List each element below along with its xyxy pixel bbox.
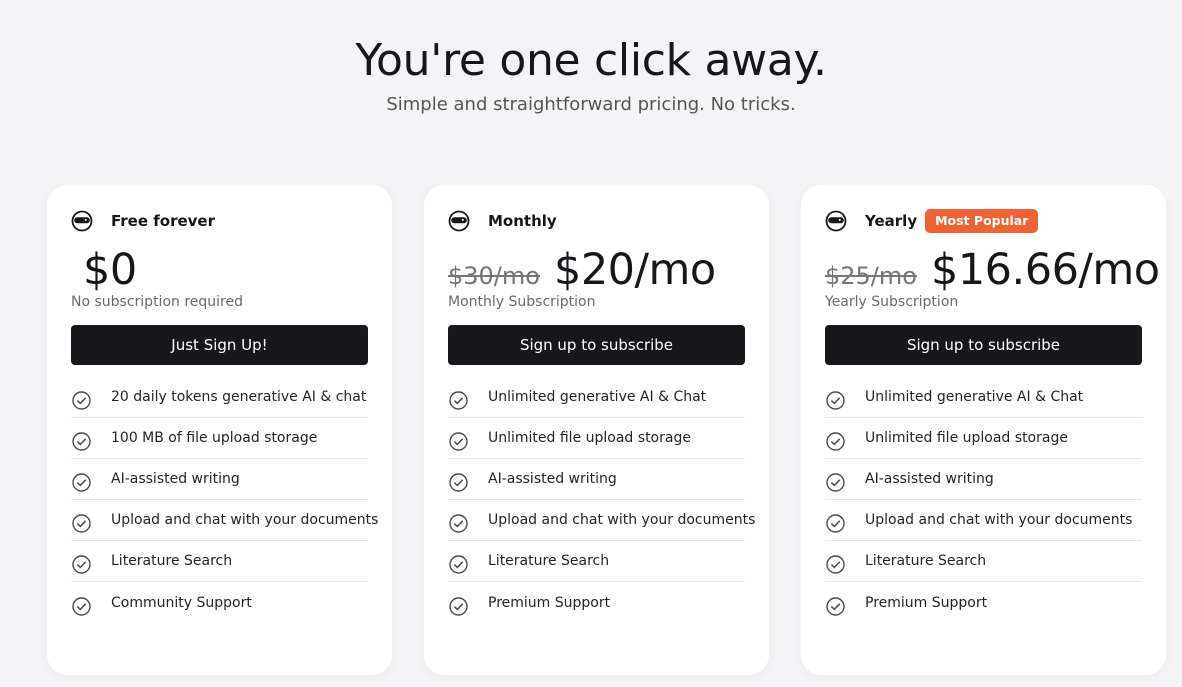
feature-item: Unlimited file upload storage xyxy=(448,418,745,459)
feature-label: Upload and chat with your documents xyxy=(488,512,756,528)
feature-item: Upload and chat with your documents xyxy=(825,500,1142,541)
feature-item: Literature Search xyxy=(71,541,368,582)
helmet-icon xyxy=(71,210,93,232)
plan-header: Yearly Most Popular xyxy=(825,209,1142,233)
page-title: You're one click away. xyxy=(355,35,827,86)
feature-list: 20 daily tokens generative AI & chat 100… xyxy=(71,377,378,623)
feature-label: Premium Support xyxy=(488,594,611,611)
feature-item: Community Support xyxy=(71,582,368,623)
feature-label: Premium Support xyxy=(865,594,988,611)
feature-item: Unlimited generative AI & Chat xyxy=(448,377,745,418)
pricing-card-yearly: Yearly Most Popular $25/mo $16.66/mo Yea… xyxy=(801,185,1166,675)
check-circle-icon xyxy=(72,555,91,574)
check-circle-icon xyxy=(72,514,91,533)
check-circle-icon xyxy=(449,596,468,616)
most-popular-badge: Most Popular xyxy=(925,209,1039,233)
feature-label: AI-assisted writing xyxy=(488,471,617,487)
subscribe-button[interactable]: Sign up to subscribe xyxy=(825,325,1142,365)
price: $16.66/mo xyxy=(930,245,1160,295)
feature-label: Community Support xyxy=(111,594,252,611)
plan-header: Free forever xyxy=(71,210,368,232)
check-circle-icon xyxy=(826,555,845,574)
feature-label: Literature Search xyxy=(488,553,610,569)
feature-item: AI-assisted writing xyxy=(825,459,1142,500)
feature-list: Unlimited generative AI & Chat Unlimited… xyxy=(825,377,1142,623)
plan-name: Free forever xyxy=(111,212,216,230)
check-circle-icon xyxy=(72,596,91,616)
feature-item: Unlimited generative AI & Chat xyxy=(825,377,1142,418)
plan-caption: No subscription required xyxy=(71,294,243,310)
helmet-icon xyxy=(825,210,847,232)
plan-name: Monthly xyxy=(488,212,557,230)
check-circle-icon xyxy=(826,596,845,616)
feature-label: AI-assisted writing xyxy=(111,471,240,487)
check-circle-icon xyxy=(449,514,468,533)
check-circle-icon xyxy=(72,432,91,451)
feature-label: Unlimited file upload storage xyxy=(488,430,691,446)
feature-item: AI-assisted writing xyxy=(448,459,745,500)
check-circle-icon xyxy=(449,555,468,574)
feature-label: AI-assisted writing xyxy=(865,471,994,487)
feature-label: Unlimited generative AI & Chat xyxy=(488,389,707,405)
plan-name: Yearly xyxy=(865,212,918,230)
feature-label: Literature Search xyxy=(865,553,987,569)
check-circle-icon xyxy=(72,391,91,410)
feature-list: Unlimited generative AI & Chat Unlimited… xyxy=(448,377,755,623)
check-circle-icon xyxy=(826,432,845,451)
check-circle-icon xyxy=(449,473,468,492)
feature-label: 100 MB of file upload storage xyxy=(111,430,318,446)
plan-header: Monthly xyxy=(448,210,745,232)
feature-label: Upload and chat with your documents xyxy=(865,512,1133,528)
feature-item: Unlimited file upload storage xyxy=(825,418,1142,459)
check-circle-icon xyxy=(449,391,468,410)
feature-item: Literature Search xyxy=(825,541,1142,582)
page-subtitle: Simple and straightforward pricing. No t… xyxy=(386,94,796,115)
sign-up-button[interactable]: Just Sign Up! xyxy=(71,325,368,365)
check-circle-icon xyxy=(826,514,845,533)
feature-label: Unlimited generative AI & Chat xyxy=(865,389,1084,405)
feature-item: 20 daily tokens generative AI & chat xyxy=(71,377,368,418)
pricing-header: You're one click away. Simple and straig… xyxy=(0,34,1182,117)
pricing-card-monthly: Monthly $30/mo $20/mo Monthly Subscripti… xyxy=(424,185,769,675)
feature-item: AI-assisted writing xyxy=(71,459,368,500)
feature-item: Literature Search xyxy=(448,541,745,582)
feature-label: 20 daily tokens generative AI & chat xyxy=(111,389,367,405)
feature-label: Literature Search xyxy=(111,553,233,569)
check-circle-icon xyxy=(449,432,468,451)
feature-item: Premium Support xyxy=(825,582,1142,623)
check-circle-icon xyxy=(826,473,845,492)
feature-label: Unlimited file upload storage xyxy=(865,430,1068,446)
pricing-card-free: Free forever $0 No subscription required… xyxy=(47,185,392,675)
subscribe-button[interactable]: Sign up to subscribe xyxy=(448,325,745,365)
feature-item: Upload and chat with your documents xyxy=(71,500,378,541)
feature-item: Premium Support xyxy=(448,582,745,623)
feature-label: Upload and chat with your documents xyxy=(111,512,379,528)
check-circle-icon xyxy=(72,473,91,492)
check-circle-icon xyxy=(826,391,845,410)
helmet-icon xyxy=(448,210,470,232)
feature-item: 100 MB of file upload storage xyxy=(71,418,368,459)
feature-item: Upload and chat with your documents xyxy=(448,500,755,541)
